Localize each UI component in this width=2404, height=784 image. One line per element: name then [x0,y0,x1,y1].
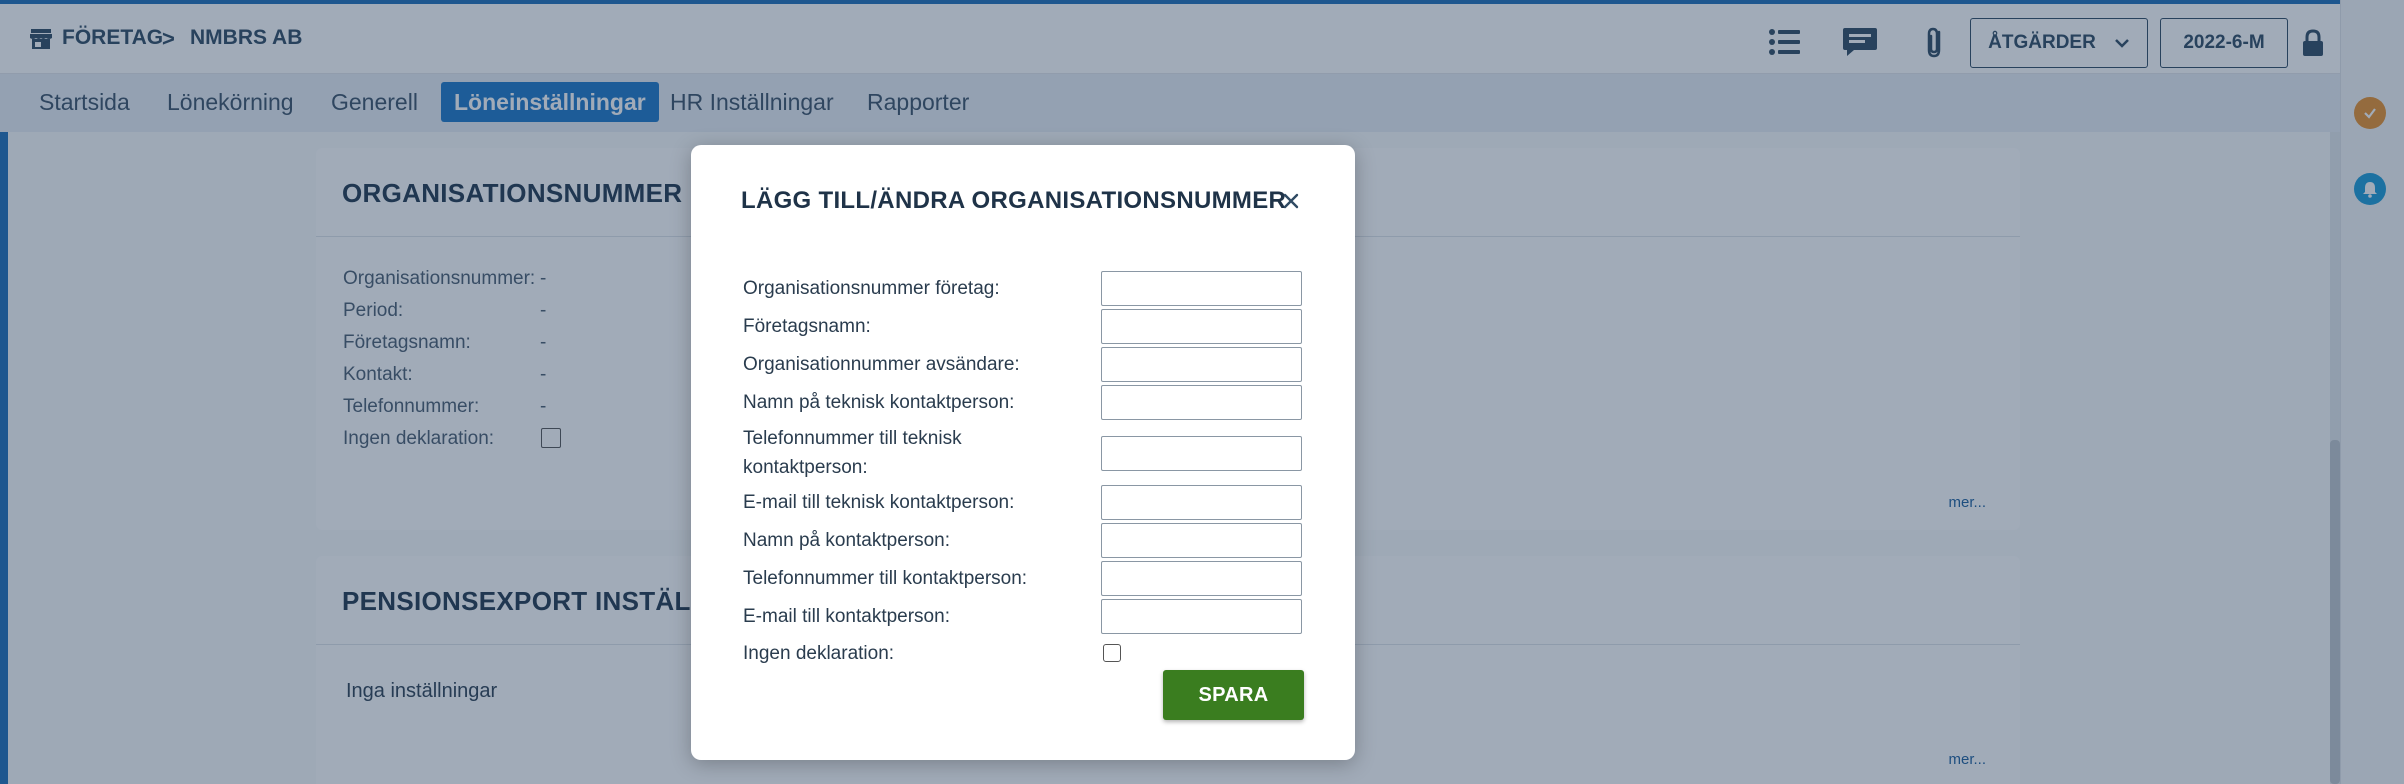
field-label-contact-email: E-mail till kontaktperson: [743,606,950,627]
close-icon[interactable] [1279,189,1303,213]
field-label-tech-contact-email: E-mail till teknisk kontaktperson: [743,492,1015,513]
org-nr-input[interactable] [1101,271,1302,306]
field-label-org-nr: Organisationsnummer företag: [743,278,1000,299]
contact-email-input[interactable] [1101,599,1302,634]
field-label-tech-contact-phone: Telefonnummer till teknisk kontaktperson… [743,428,962,478]
field-label-company-name: Företagsnamn: [743,316,871,337]
field-label-sender-org-nr: Organisationnummer avsändare: [743,354,1020,375]
ingen-deklaration-checkbox[interactable] [1103,644,1121,662]
field-label-ingen-deklaration: Ingen deklaration: [743,643,895,664]
sender-org-nr-input[interactable] [1101,347,1302,382]
field-label-contact-phone: Telefonnummer till kontaktperson: [743,568,1028,589]
dialog-title: LÄGG TILL/ÄNDRA ORGANISATIONSNUMMER [741,187,1287,214]
save-button[interactable]: SPARA [1163,670,1304,720]
tech-contact-phone-input[interactable] [1101,436,1302,471]
field-label-contact-name: Namn på kontaktperson: [743,530,951,551]
field-label-tech-contact-name: Namn på teknisk kontaktperson: [743,392,1015,413]
company-name-input[interactable] [1101,309,1302,344]
contact-name-input[interactable] [1101,523,1302,558]
contact-phone-input[interactable] [1101,561,1302,596]
tech-contact-name-input[interactable] [1101,385,1302,420]
tech-contact-email-input[interactable] [1101,485,1302,520]
edit-organisationsnummer-dialog: LÄGG TILL/ÄNDRA ORGANISATIONSNUMMER Orga… [691,145,1355,760]
